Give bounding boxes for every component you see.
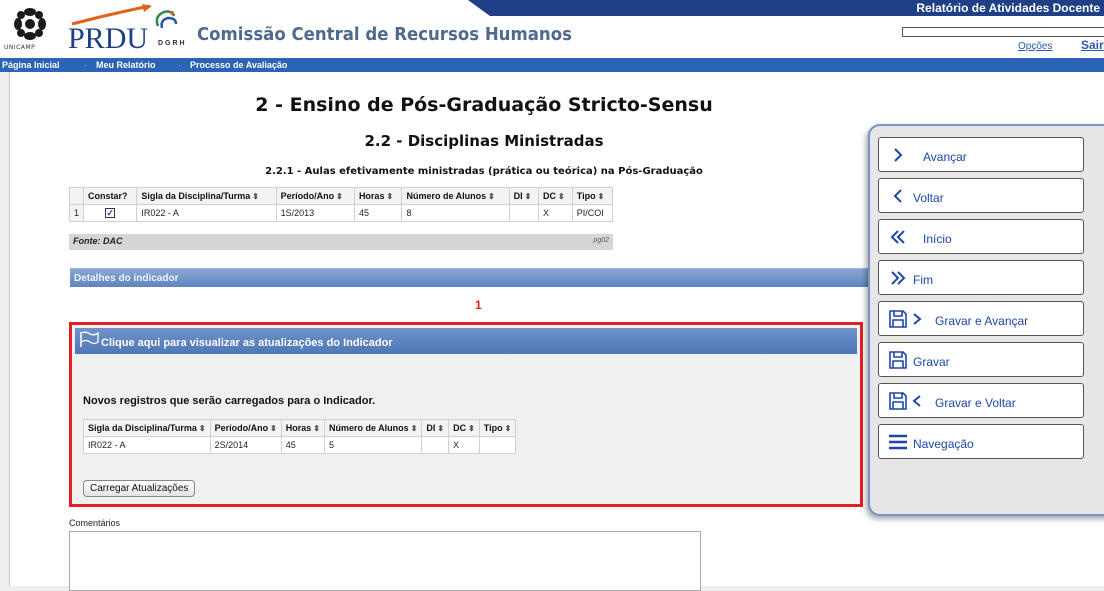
sigla-cell: IR022 - A [83,436,211,454]
double-chevron-left-icon [890,230,905,244]
sigla-cell: IR022 - A [136,204,277,222]
navegacao-label: Navegação [913,437,974,451]
periodo-cell: 1S/2013 [275,204,355,222]
gravar-label: Gravar [913,355,950,369]
gravar-avancar-button[interactable]: Gravar e Avançar [878,301,1084,336]
app-title: Comissão Central de Recursos Humanos [197,24,572,45]
row-number: 1 [68,204,85,222]
col-header-alunos[interactable]: Número de Alunos ⬍ [323,419,423,437]
unicamp-caption: UNICAMP [4,44,36,51]
section-title: 2.2 - Disciplinas Ministradas [364,132,604,150]
inicio-label: Início [923,232,952,246]
constar-cell: ✓ [83,204,138,222]
col-header-tipo[interactable]: Tipo ⬍ [571,187,614,205]
avancar-button[interactable]: Avançar [878,137,1084,172]
col-header-periodo[interactable]: Período/Ano ⬍ [275,187,355,205]
inicio-button[interactable]: Início [878,219,1084,254]
nav-separator: · [178,60,181,70]
constar-checkbox[interactable]: ✓ [105,208,116,218]
flag-icon [80,331,99,347]
nav-pagina-inicial[interactable]: Página Inicial [2,58,60,72]
table-row: IR022 - A 2S/2014 45 5 X [83,436,517,454]
gravar-button[interactable]: Gravar [878,342,1084,377]
chevron-left-icon [912,395,921,407]
table-header-row: Constar? Sigla da Disciplina/Turma ⬍ Perí… [68,187,614,205]
novos-registros-label: Novos registros que serão carregados par… [83,395,376,407]
col-header-horas[interactable]: Horas ⬍ [353,187,403,205]
fim-label: Fim [913,273,933,287]
horas-cell: 45 [353,204,403,222]
save-icon [889,310,907,328]
report-title: Relatório de Atividades Docente [916,1,1100,15]
col-header-di[interactable]: DI ⬍ [508,187,539,205]
opcoes-link[interactable]: Opções [1018,41,1052,52]
save-icon [889,351,907,369]
double-chevron-right-icon [891,271,906,285]
horas-cell: 45 [280,436,326,454]
gravar-avancar-label: Gravar e Avançar [935,314,1029,328]
table-header-row: Sigla da Disciplina/Turma ⬍ Período/Ano ⬍ … [83,419,517,437]
table-footer: Fonte: DAC pg02 [69,234,613,250]
dc-cell: X [448,436,480,454]
nav-meu-relatorio[interactable]: Meu Relatório [96,58,156,72]
col-header-tipo[interactable]: Tipo ⬍ [478,419,517,437]
avancar-label: Avançar [923,150,967,164]
detalhes-label: Detalhes do indicador [74,273,179,284]
gravar-voltar-label: Gravar e Voltar [935,396,1016,410]
voltar-label: Voltar [913,191,944,205]
annotation-marker: 1 [475,298,482,312]
updates-toggle-label: Clique aqui para visualizar as atualizaç… [101,337,393,349]
nav-separator: · [84,60,87,70]
updates-toggle-bar[interactable]: Clique aqui para visualizar as atualizaç… [75,328,857,354]
navigation-panel: Avançar Voltar Início Fim Gravar e Avanç… [868,124,1104,516]
header: UNICAMP PRDU DGRH Comissão Central de Re… [0,0,1104,58]
voltar-button[interactable]: Voltar [878,178,1084,213]
detalhes-indicador-bar[interactable]: Detalhes do indicador [70,268,880,287]
alunos-cell: 5 [323,436,423,454]
nav-processo-avaliacao[interactable]: Processo de Avaliação [190,58,287,72]
fim-button[interactable]: Fim [878,260,1084,295]
gravar-voltar-button[interactable]: Gravar e Voltar [878,383,1084,418]
dgrh-text: DGRH [158,40,187,47]
comentarios-textarea[interactable] [69,531,701,591]
updates-table: Sigla da Disciplina/Turma ⬍ Período/Ano ⬍ … [83,419,517,454]
navegacao-button[interactable]: Navegação [878,424,1084,459]
fonte-label: Fonte: DAC [73,236,123,246]
page-title: 2 - Ensino de Pós-Graduação Stricto-Sens… [255,94,713,116]
subsection-title: 2.2.1 - Aulas efetivamente ministradas (… [265,166,703,177]
periodo-cell: 2S/2014 [209,436,282,454]
updates-panel: Clique aqui para visualizar as atualizaç… [69,322,863,507]
col-header-alunos[interactable]: Número de Alunos ⬍ [401,187,510,205]
chevron-right-icon [894,148,903,162]
row-number-header [68,187,85,205]
alunos-cell: 8 [401,204,510,222]
dc-cell: X [537,204,573,222]
col-header-di[interactable]: DI ⬍ [421,419,450,437]
chevron-right-icon [913,313,922,325]
carregar-atualizacoes-button[interactable]: Carregar Atualizações [83,480,196,497]
main-nav: Página Inicial · Meu Relatório · Process… [0,58,1104,72]
col-header-dc[interactable]: DC ⬍ [448,419,480,437]
di-cell [421,436,450,454]
col-header-sigla[interactable]: Sigla da Disciplina/Turma ⬍ [136,187,277,205]
comentarios-label: Comentários [69,518,121,528]
col-header-constar[interactable]: Constar? [83,187,138,205]
col-header-horas[interactable]: Horas ⬍ [280,419,326,437]
col-header-periodo[interactable]: Período/Ano ⬍ [209,419,282,437]
tipo-cell [478,436,517,454]
di-cell [508,204,539,222]
col-header-dc[interactable]: DC ⬍ [537,187,573,205]
prdu-logo-text: PRDU [68,22,149,55]
menu-icon [889,434,907,450]
col-header-sigla[interactable]: Sigla da Disciplina/Turma ⬍ [83,419,211,437]
chevron-left-icon [893,189,902,203]
tipo-cell: PI/COI [571,204,614,222]
save-icon [889,392,907,410]
dgrh-logo-icon [155,10,178,29]
sair-link[interactable]: Sair [1081,38,1104,52]
header-search-input[interactable] [902,27,1104,37]
table-row: 1 ✓ IR022 - A 1S/2013 45 8 X PI/COI [68,204,614,222]
page-code: pg02 [593,237,609,244]
indicator-table: Constar? Sigla da Disciplina/Turma ⬍ Perí… [68,187,614,222]
